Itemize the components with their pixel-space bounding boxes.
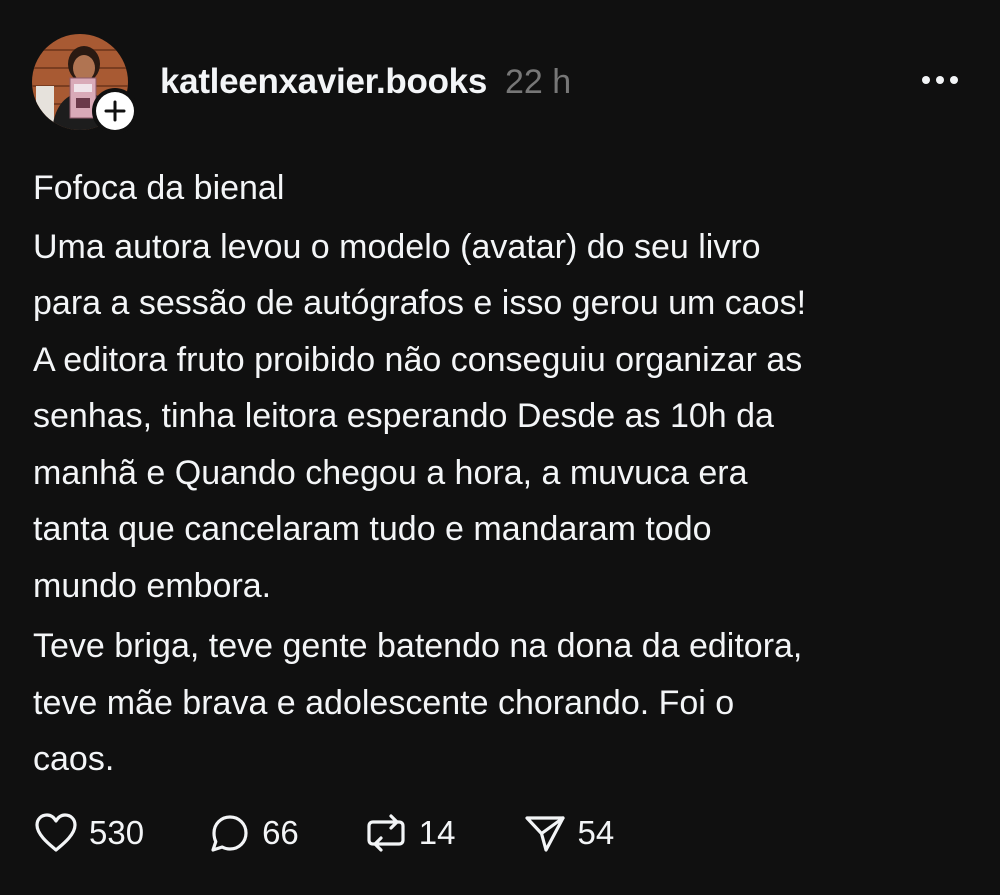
more-options-button[interactable] <box>916 62 964 98</box>
post-text-line: A editora fruto proibido não conseguiu o… <box>33 340 803 379</box>
post-title: Fofoca da bienal <box>33 169 285 207</box>
thread-post: katleenxavier.books 22 h Fofoca da biena… <box>0 0 1000 895</box>
post-content: Fofoca da bienal Uma autora levou o mode… <box>33 160 983 788</box>
repost-count: 14 <box>418 814 456 851</box>
send-icon <box>524 816 565 852</box>
timestamp: 22 h <box>505 62 572 101</box>
post-text-line: caos. <box>33 740 115 778</box>
follow-badge-circle <box>96 92 134 130</box>
action-bar: 530 66 14 54 <box>33 810 614 856</box>
post-text-line: mundo embora. <box>33 566 272 605</box>
like-button[interactable]: 530 <box>33 812 144 854</box>
more-dots-icon <box>922 76 958 84</box>
share-count: 54 <box>577 814 615 851</box>
post-text-line: Uma autora levou o modelo (avatar) do se… <box>33 227 761 266</box>
repost-button[interactable]: 14 <box>363 811 456 855</box>
heart-icon <box>35 813 77 852</box>
reply-count: 66 <box>262 814 299 851</box>
plus-icon <box>104 100 126 122</box>
post-paragraph: Uma autora levou o modelo (avatar) do se… <box>33 219 983 615</box>
post-text-line: manhã e Quando chegou a hora, a muvuca e… <box>33 453 748 492</box>
username[interactable]: katleenxavier.books <box>160 62 487 102</box>
share-button[interactable]: 54 <box>522 811 615 855</box>
post-text-line: tanta que cancelaram tudo e mandaram tod… <box>33 510 712 548</box>
post-text-line: Teve briga, teve gente batendo na dona d… <box>33 627 803 665</box>
post-text-line: senhas, tinha leitora esperando Desde as… <box>33 397 774 435</box>
repost-icon <box>367 814 405 852</box>
follow-button[interactable] <box>92 88 138 134</box>
post-header: katleenxavier.books 22 h <box>160 57 571 107</box>
post-paragraph: Teve briga, teve gente batendo na dona d… <box>33 618 983 788</box>
post-text-line: para a sessão de autógrafos e isso gerou… <box>33 284 807 322</box>
comment-bubble-icon <box>211 815 248 852</box>
like-count: 530 <box>89 814 145 851</box>
reply-button[interactable]: 66 <box>208 811 299 855</box>
post-text-line: teve mãe brava e adolescente chorando. F… <box>33 683 735 722</box>
